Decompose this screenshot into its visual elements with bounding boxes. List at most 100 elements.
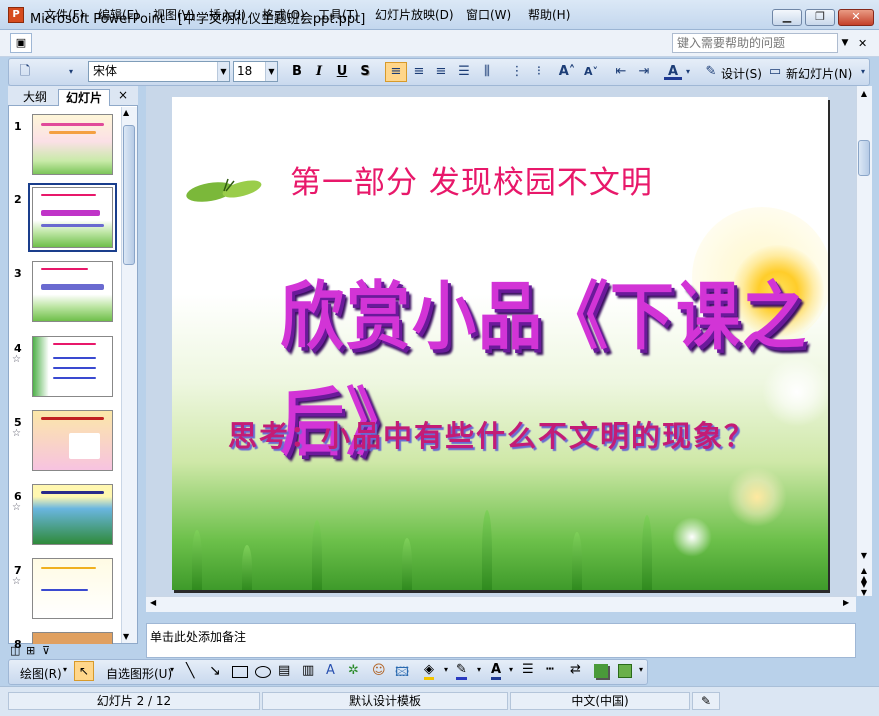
autoshapes-button[interactable]: 自选图形(U) — [106, 665, 172, 682]
arrow-style-icon[interactable]: ⇄ — [570, 662, 581, 677]
normal-view-icon[interactable]: ◫ — [10, 645, 20, 657]
vertical-textbox-icon[interactable]: ▥ — [302, 663, 314, 678]
notes-pane[interactable]: 单击此处添加备注 — [146, 623, 856, 658]
font-dropdown-icon[interactable]: ▼ — [217, 62, 229, 81]
size-dropdown-icon[interactable]: ▼ — [265, 62, 277, 81]
select-pointer-icon[interactable]: ↖ — [74, 661, 94, 681]
increase-font-icon[interactable]: A˄ — [558, 63, 576, 81]
next-slide-icon[interactable]: ▼ ▼ — [858, 581, 870, 597]
drawbar-options-icon[interactable]: ▾ — [639, 665, 643, 674]
line-style-icon[interactable]: ☰ — [522, 662, 534, 677]
document-icon[interactable]: ▣ — [10, 33, 32, 53]
spelling-check-icon[interactable]: ✎ — [692, 692, 720, 710]
powerpoint-app-icon[interactable]: P — [8, 7, 24, 23]
shadow-button[interactable]: S — [356, 63, 374, 81]
restore-button[interactable]: ❐ — [805, 9, 835, 26]
distribute-icon[interactable]: ☰ — [455, 63, 473, 81]
font-size-select[interactable]: 18 ▼ — [233, 61, 278, 82]
editor-scroll-thumb[interactable] — [858, 140, 870, 176]
bullets-icon[interactable]: ⁝ — [530, 63, 548, 81]
menu-help[interactable]: 帮助(H) — [528, 6, 570, 23]
font-color-dropdown-icon[interactable]: ▾ — [683, 63, 693, 81]
increase-indent-icon[interactable]: ⇥ — [635, 63, 653, 81]
slide-sorter-view-icon[interactable]: ⊞ — [26, 645, 35, 657]
font-name-select[interactable]: 宋体 ▼ — [88, 61, 230, 82]
scroll-left-icon[interactable]: ◀ — [150, 598, 156, 607]
slide-thumbnail-5[interactable] — [32, 410, 113, 471]
slide-thumbnail-1[interactable] — [32, 114, 113, 175]
menu-tools[interactable]: 工具(T) — [318, 6, 359, 23]
slide-heading[interactable]: 第一部分 发现校园不文明 — [290, 157, 653, 202]
decrease-font-icon[interactable]: A˅ — [582, 63, 600, 81]
wordart-icon[interactable]: A — [326, 663, 335, 678]
oval-icon[interactable] — [255, 666, 271, 678]
slide-question[interactable]: 思考：小品中有些什么不文明的现象？ — [228, 413, 755, 455]
slide-thumbnail-4[interactable] — [32, 336, 113, 397]
slide-canvas[interactable]: 第一部分 发现校园不文明 欣赏小品《下课之后》 思考：小品中有些什么不文明的现象… — [172, 97, 828, 590]
panel-close-icon[interactable]: × — [118, 88, 128, 102]
font-color-icon[interactable]: A — [664, 63, 682, 80]
bold-button[interactable]: B — [288, 63, 306, 81]
clip-art-icon[interactable]: ☺ — [372, 663, 386, 678]
menu-file[interactable]: 文件(F) — [44, 6, 84, 23]
menu-view[interactable]: 视图(V) — [153, 6, 195, 23]
help-dropdown-arrow-icon[interactable]: ▼ — [838, 33, 852, 53]
help-search-input[interactable]: 键入需要帮助的问题 — [672, 33, 838, 53]
align-center-icon[interactable]: ≡ — [410, 63, 428, 81]
scroll-up-icon[interactable]: ▲ — [858, 89, 870, 98]
shadow-style-icon[interactable] — [594, 664, 608, 678]
line-color-icon[interactable]: ✎ — [456, 662, 467, 680]
scroll-down-icon[interactable]: ▼ — [858, 551, 870, 560]
panel-scroll-thumb[interactable] — [123, 125, 135, 265]
line-icon[interactable]: ╲ — [186, 663, 194, 679]
fill-color-dropdown-icon[interactable]: ▾ — [444, 665, 448, 674]
numbering-icon[interactable]: ⋮ — [508, 63, 526, 81]
fill-color-icon[interactable]: ◈ — [424, 662, 434, 680]
panel-scroll-down-icon[interactable]: ▼ — [123, 632, 129, 641]
minimize-button[interactable]: ▁ — [772, 9, 802, 26]
slide-thumbnail-2[interactable] — [32, 187, 113, 248]
dash-style-icon[interactable]: ┅ — [546, 662, 554, 677]
diagram-icon[interactable]: ✲ — [348, 663, 359, 678]
picture-icon[interactable]: 🖾 — [395, 663, 409, 685]
arrow-icon[interactable]: ↘ — [209, 663, 221, 679]
align-left-icon[interactable]: ≡ — [385, 62, 407, 82]
slide-thumbnail-7[interactable] — [32, 558, 113, 619]
toolbar-options-icon[interactable]: ▾ — [66, 63, 76, 81]
align-right-icon[interactable]: ≡ — [432, 63, 450, 81]
slide-thumbnail-8[interactable] — [32, 632, 113, 644]
rectangle-icon[interactable] — [232, 666, 248, 678]
menu-edit[interactable]: 编辑(E) — [98, 6, 139, 23]
menu-slideshow[interactable]: 幻灯片放映(D) — [375, 6, 454, 23]
menu-window[interactable]: 窗口(W) — [466, 6, 511, 23]
design-button[interactable]: 设计(S) — [721, 65, 762, 82]
autoshapes-dropdown-icon[interactable]: ▾ — [170, 665, 174, 674]
new-slide-button[interactable]: 新幻灯片(N) — [786, 65, 852, 82]
doc-close-icon[interactable]: ✕ — [858, 37, 867, 50]
font-color-draw-icon[interactable]: A — [491, 662, 502, 680]
tab-outline[interactable]: 大纲 — [14, 89, 56, 106]
toolbar-more-icon[interactable]: ▾ — [858, 63, 868, 81]
new-document-icon[interactable]: 🗋 — [16, 63, 34, 81]
editor-horizontal-scrollbar[interactable] — [146, 596, 856, 612]
italic-button[interactable]: I — [310, 63, 328, 81]
scroll-right-icon[interactable]: ▶ — [843, 598, 849, 607]
menu-format[interactable]: 格式(O) — [262, 6, 305, 23]
slide-thumbnail-3[interactable] — [32, 261, 113, 322]
panel-scroll-up-icon[interactable]: ▲ — [123, 108, 129, 117]
textbox-icon[interactable]: ▤ — [278, 663, 290, 678]
menu-insert[interactable]: 插入(I) — [209, 6, 246, 23]
draw-menu-button[interactable]: 绘图(R) — [20, 665, 62, 682]
tab-slides[interactable]: 幻灯片 — [58, 89, 110, 106]
underline-button[interactable]: U — [333, 63, 351, 81]
draw-dropdown-icon[interactable]: ▾ — [63, 665, 67, 674]
text-direction-icon[interactable]: ⫼ — [478, 63, 496, 81]
close-button[interactable]: ✕ — [838, 9, 874, 26]
animation-star-icon: ☆ — [12, 576, 21, 587]
decrease-indent-icon[interactable]: ⇤ — [612, 63, 630, 81]
font-color-draw-dropdown-icon[interactable]: ▾ — [509, 665, 513, 674]
line-color-dropdown-icon[interactable]: ▾ — [477, 665, 481, 674]
slideshow-view-icon[interactable]: ⊽ — [42, 645, 50, 657]
3d-style-icon[interactable] — [618, 664, 632, 678]
slide-thumbnail-6[interactable] — [32, 484, 113, 545]
